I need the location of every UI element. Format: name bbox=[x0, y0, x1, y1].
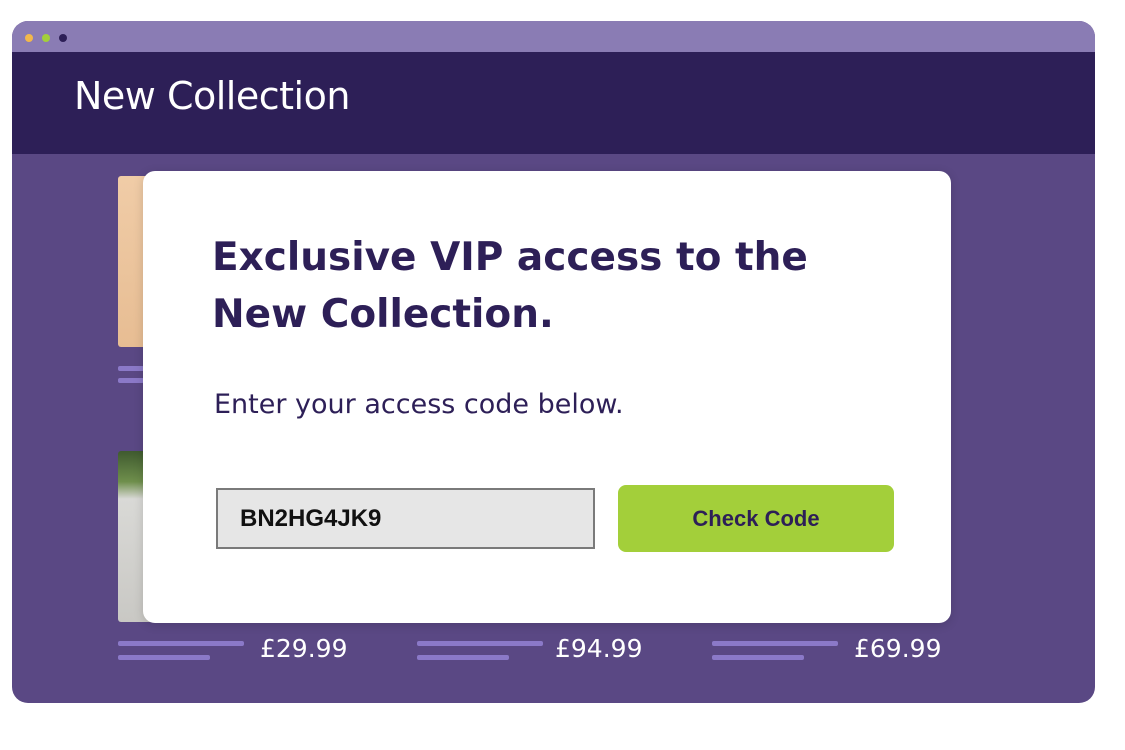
access-code-input[interactable] bbox=[216, 488, 595, 549]
window-dot-dark[interactable] bbox=[59, 34, 67, 42]
product-name-placeholder bbox=[712, 655, 804, 660]
product-name-placeholder bbox=[712, 641, 838, 646]
page-title: New Collection bbox=[74, 74, 350, 118]
product-name-placeholder bbox=[118, 366, 144, 371]
check-code-button[interactable]: Check Code bbox=[618, 485, 894, 552]
browser-window: New Collection £29.99 £94.99 £69.99 Excl… bbox=[12, 21, 1095, 703]
window-titlebar bbox=[12, 21, 1095, 52]
product-name-placeholder bbox=[118, 641, 244, 646]
product-price: £69.99 bbox=[854, 634, 942, 663]
product-price: £29.99 bbox=[260, 634, 348, 663]
product-name-placeholder bbox=[118, 655, 210, 660]
product-name-placeholder bbox=[417, 655, 509, 660]
modal-title: Exclusive VIP access to the New Collecti… bbox=[212, 235, 808, 337]
product-price: £94.99 bbox=[555, 634, 643, 663]
product-name-placeholder bbox=[417, 641, 543, 646]
product-name-placeholder bbox=[118, 378, 144, 383]
vip-access-modal: Exclusive VIP access to the New Collecti… bbox=[143, 171, 951, 623]
window-dot-yellow[interactable] bbox=[25, 34, 33, 42]
modal-instruction: Enter your access code below. bbox=[214, 389, 624, 420]
window-dot-green[interactable] bbox=[42, 34, 50, 42]
page-header: New Collection bbox=[12, 52, 1095, 154]
